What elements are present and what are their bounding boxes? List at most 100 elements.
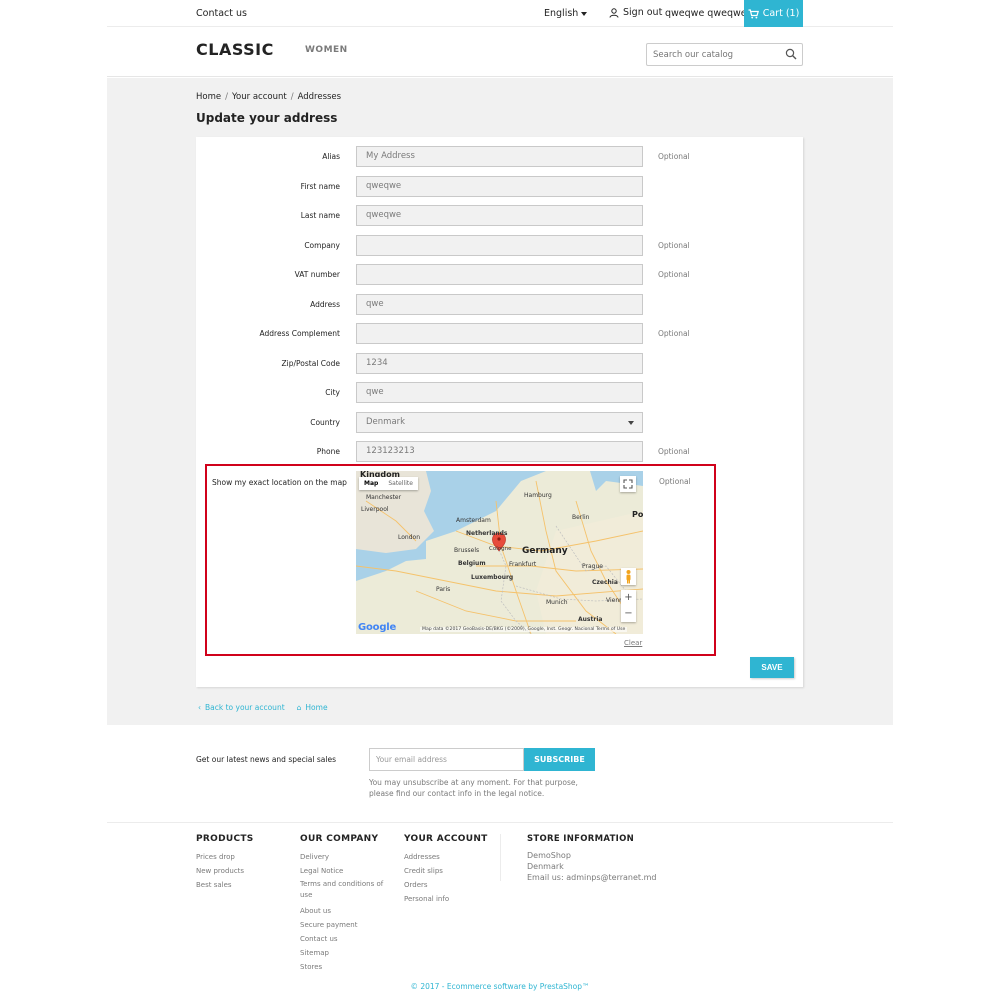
footer-link-new-products[interactable]: New products — [196, 864, 286, 878]
map-type-satellite[interactable]: Satellite — [383, 477, 418, 490]
country-value: Denmark — [366, 417, 406, 427]
footer-products-column: PRODUCTS Prices drop New products Best s… — [196, 834, 286, 892]
page-title: Update your address — [196, 111, 338, 125]
newsletter-email-input[interactable]: Your email address — [369, 748, 524, 771]
newsletter-label: Get our latest news and special sales — [196, 755, 336, 764]
page: Contact us English Sign out qweqwe qweqw… — [0, 0, 1000, 1000]
save-button[interactable]: SAVE — [750, 657, 794, 678]
optional-hint: Optional — [658, 241, 690, 250]
map-type-control: Map Satellite — [359, 477, 418, 490]
map-city-label: Paris — [436, 586, 450, 593]
breadcrumb-addresses[interactable]: Addresses — [298, 92, 342, 102]
map-city-label: Czechia — [592, 579, 618, 586]
vat-number-input[interactable] — [356, 264, 643, 285]
alias-input[interactable]: My Address — [356, 146, 643, 167]
optional-hint: Optional — [658, 329, 690, 338]
optional-hint: Optional — [659, 477, 691, 486]
footer-link-credit-slips[interactable]: Credit slips — [404, 864, 489, 878]
copyright-link[interactable]: © 2017 - Ecommerce software by PrestaSho… — [0, 982, 1000, 991]
chevron-down-icon — [581, 11, 588, 16]
map-city-label: Frankfurt — [509, 561, 537, 568]
search-input[interactable] — [647, 44, 772, 65]
breadcrumb-separator: / — [225, 92, 228, 102]
footer-vertical-divider — [500, 834, 501, 881]
footer-link-secure-payment[interactable]: Secure payment — [300, 918, 395, 932]
footer-link-best-sales[interactable]: Best sales — [196, 878, 286, 892]
footer-account-title: YOUR ACCOUNT — [404, 834, 488, 844]
footer-company-title: OUR COMPANY — [300, 834, 379, 844]
country-select[interactable]: Denmark — [356, 412, 643, 433]
footer-link-about-us[interactable]: About us — [300, 904, 395, 918]
header: CLASSIC WOMEN — [107, 27, 893, 77]
signout-label: Sign out — [623, 7, 663, 18]
map-city-label: Luxembourg — [471, 574, 513, 581]
footer-link-prices-drop[interactable]: Prices drop — [196, 850, 286, 864]
breadcrumb-separator: / — [290, 92, 294, 102]
subscribe-button[interactable]: SUBSCRIBE — [524, 748, 595, 771]
footer-account-column: YOUR ACCOUNT Addresses Credit slips Orde… — [404, 834, 489, 906]
footer-products-title: PRODUCTS — [196, 834, 254, 844]
fullscreen-icon — [623, 479, 633, 489]
city-input[interactable]: qwe — [356, 382, 643, 403]
zoom-out-button[interactable]: − — [621, 606, 636, 622]
form-row-postcode: Zip/Postal Code 1234 — [196, 353, 803, 375]
cart-label: Cart (1) — [762, 8, 800, 19]
home-icon: ⌂ — [296, 703, 302, 712]
cart-button[interactable]: Cart (1) — [744, 0, 803, 27]
breadcrumb-home[interactable]: Home — [196, 92, 221, 102]
back-to-account-link[interactable]: ‹ Back to your account — [198, 703, 285, 712]
map-city-label: Po — [632, 510, 643, 519]
map-city-label: Belgium — [458, 560, 486, 567]
shop-logo[interactable]: CLASSIC — [196, 40, 274, 59]
address-input[interactable]: qwe — [356, 294, 643, 315]
phone-label: Phone — [316, 447, 340, 456]
form-row-address-complement: Address Complement Optional — [196, 323, 803, 345]
language-selector[interactable]: English — [544, 8, 588, 19]
zoom-in-button[interactable]: + — [621, 590, 636, 606]
breadcrumb-your-account[interactable]: Your account — [232, 92, 287, 102]
phone-input[interactable]: 123123213 — [356, 441, 643, 462]
footer-link-legal-notice[interactable]: Legal Notice — [300, 864, 395, 878]
footer-link-personal-info[interactable]: Personal info — [404, 892, 489, 906]
contact-link[interactable]: Contact us — [196, 8, 247, 19]
map-type-map[interactable]: Map — [359, 477, 383, 490]
address-complement-input[interactable] — [356, 323, 643, 344]
postcode-label: Zip/Postal Code — [281, 359, 340, 368]
breadcrumb: Home / Your account / Addresses — [196, 92, 341, 102]
first-name-input[interactable]: qweqwe — [356, 176, 643, 197]
vat-number-label: VAT number — [294, 270, 340, 279]
footer-link-stores[interactable]: Stores — [300, 960, 395, 974]
menu-item-women[interactable]: WOMEN — [305, 45, 348, 55]
map-city-label: Amsterdam — [456, 517, 491, 524]
store-email[interactable]: Email us: adminps@terranet.md — [527, 872, 687, 883]
signout-link[interactable]: Sign out — [609, 7, 662, 18]
form-row-address: Address qwe — [196, 294, 803, 316]
map-city-label: Hamburg — [524, 492, 552, 499]
footer-link-sitemap[interactable]: Sitemap — [300, 946, 395, 960]
location-map[interactable]: Kingdom Manchester Liverpool London Amst… — [356, 471, 643, 634]
map-canvas[interactable]: Kingdom Manchester Liverpool London Amst… — [356, 471, 643, 634]
footer-link-delivery[interactable]: Delivery — [300, 850, 395, 864]
chevron-left-icon: ‹ — [198, 703, 201, 712]
footer-link-addresses[interactable]: Addresses — [404, 850, 489, 864]
fullscreen-button[interactable] — [620, 476, 636, 492]
street-view-button[interactable] — [621, 568, 636, 585]
address-label: Address — [310, 300, 340, 309]
zoom-control: + − — [621, 590, 636, 622]
footer-store-title: STORE INFORMATION — [527, 834, 635, 844]
footer-link-contact-us[interactable]: Contact us — [300, 932, 395, 946]
clear-location-link[interactable]: Clear — [624, 639, 642, 647]
company-input[interactable] — [356, 235, 643, 256]
postcode-input[interactable]: 1234 — [356, 353, 643, 374]
chevron-down-icon — [628, 421, 634, 425]
account-username[interactable]: qweqwe qweqwe — [665, 8, 747, 19]
footer-link-terms[interactable]: Terms and conditions of use — [300, 879, 395, 901]
home-link[interactable]: ⌂ Home — [297, 703, 328, 712]
alias-label: Alias — [322, 152, 340, 161]
store-name: DemoShop — [527, 851, 571, 860]
map-attribution[interactable]: Map data ©2017 GeoBasis-DE/BKG (©2009), … — [420, 627, 628, 632]
footer-link-orders[interactable]: Orders — [404, 878, 489, 892]
form-row-city: City qwe — [196, 382, 803, 404]
search-icon[interactable] — [785, 48, 797, 60]
last-name-input[interactable]: qweqwe — [356, 205, 643, 226]
